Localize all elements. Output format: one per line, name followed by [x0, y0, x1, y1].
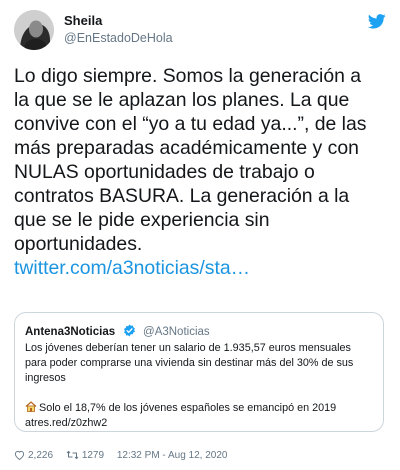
quoted-short-link[interactable]: atres.red/z0zhw2 [25, 416, 377, 431]
tweet-text-line: oportunidades. [14, 233, 143, 255]
tweet-text-line: Lo digo siempre. Somos la generación a [14, 65, 362, 87]
quoted-text-line: para poder comprarse una vivienda sin de… [25, 357, 354, 369]
verified-badge-icon [123, 324, 135, 337]
tweet-card: Sheila @EnEstadoDeHola Lo digo siempre. … [0, 0, 400, 470]
author-handle[interactable]: @EnEstadoDeHola [64, 31, 173, 45]
twitter-bird-icon[interactable] [368, 14, 386, 29]
quoted-tweet-header: Antena3Noticias @A3Noticias [25, 322, 210, 338]
tweet-text-line: convive con el “yo a tu edad ya...”, de … [14, 113, 367, 135]
like-stat[interactable]: 2,226 [14, 450, 53, 461]
quoted-stat-line: Solo el 18,7% de los jóvenes españoles s… [25, 401, 377, 416]
house-icon [25, 401, 37, 412]
heart-icon [14, 450, 25, 460]
quoted-author-handle: @A3Noticias [143, 326, 210, 338]
tweet-footer: 2,226 1279 12:32 PM - Aug 12, 2020 [14, 450, 237, 464]
tweet-text: Lo digo siempre. Somos la generación a l… [14, 64, 390, 280]
tweet-text-line: más preparadas académicamente y con [14, 137, 359, 159]
retweet-stat[interactable]: 1279 [66, 450, 104, 461]
avatar[interactable] [14, 10, 54, 50]
tweet-text-line: NULAS oportunidades de trabajo o [14, 161, 315, 183]
like-count: 2,226 [28, 450, 54, 461]
author-name[interactable]: Sheila [64, 13, 102, 28]
quoted-tweet-text: Los jóvenes deberían tener un salario de… [25, 341, 377, 431]
retweet-count: 1279 [81, 450, 105, 461]
quoted-text-line: Los jóvenes deberían tener un salario de… [25, 342, 351, 354]
quoted-tweet[interactable]: Antena3Noticias @A3Noticias Los jóvenes … [14, 312, 384, 432]
quoted-author-name: Antena3Noticias [25, 326, 116, 338]
tweet-text-line: contratos BASURA. La generación a la [14, 185, 350, 207]
quoted-stat-text: Solo el 18,7% de los jóvenes españoles s… [39, 402, 337, 414]
tweet-text-line: que se le pide experiencia sin [14, 209, 270, 231]
tweet-header: Sheila @EnEstadoDeHola [14, 10, 386, 50]
tweet-text-line: la que se le aplazan los planes. La que [14, 89, 350, 111]
tweet-link[interactable]: twitter.com/a3noticias/sta… [14, 256, 390, 280]
tweet-timestamp[interactable]: 12:32 PM - Aug 12, 2020 [117, 450, 228, 461]
quoted-text-line: ingresos [25, 372, 66, 384]
retweet-icon [66, 450, 79, 460]
